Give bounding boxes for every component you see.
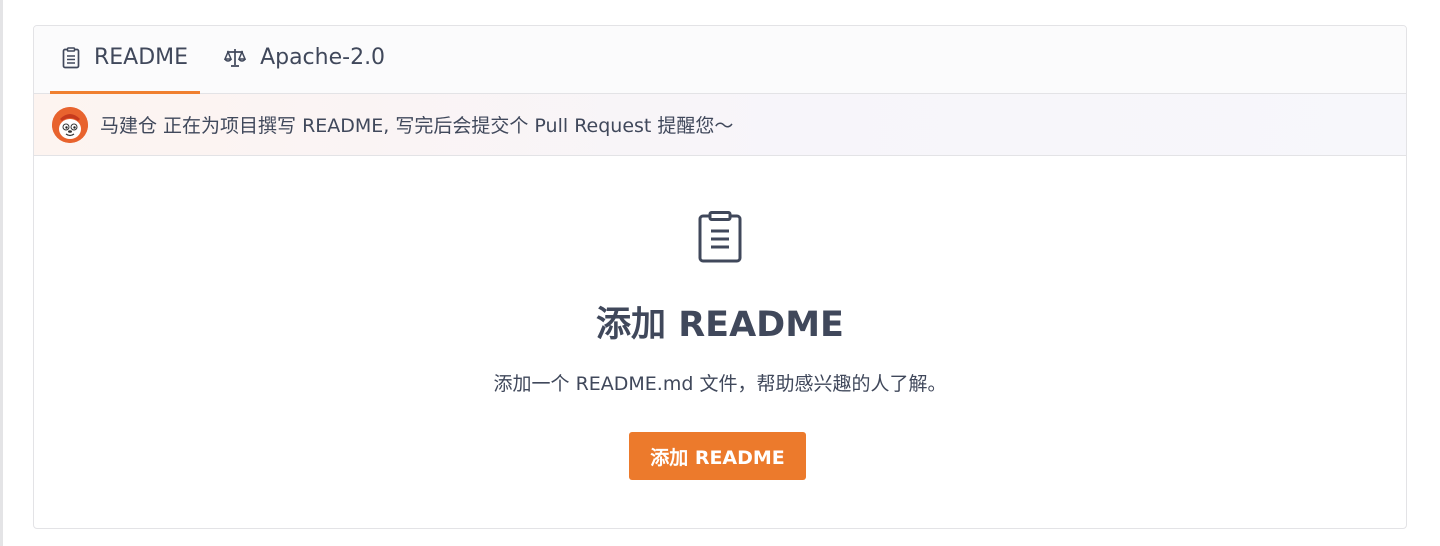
tab-readme[interactable]: README [50,26,201,94]
writing-notice: 马建仓 正在为项目撰写 README, 写完后会提交个 Pull Request… [34,94,1406,156]
notice-text: 马建仓 正在为项目撰写 README, 写完后会提交个 Pull Request… [100,115,734,137]
empty-state: 添加 README 添加一个 README.md 文件，帮助感兴趣的人了解。 添… [34,156,1406,527]
file-tabs: README Apache-2.0 [34,26,1406,94]
document-icon [698,211,742,267]
add-readme-button[interactable]: 添加 README [629,432,806,480]
readme-panel: README Apache-2.0 马建仓 正在为项目撰写 README, 写完… [33,25,1407,529]
document-icon [62,46,80,69]
empty-state-title: 添加 README [596,305,844,345]
tab-license[interactable]: Apache-2.0 [212,26,397,93]
left-divider [0,0,3,546]
tab-license-label: Apache-2.0 [260,45,386,70]
avatar[interactable] [52,106,88,143]
scale-icon [224,48,247,68]
empty-state-description: 添加一个 README.md 文件，帮助感兴趣的人了解。 [493,373,947,395]
tab-readme-label: README [94,45,189,70]
